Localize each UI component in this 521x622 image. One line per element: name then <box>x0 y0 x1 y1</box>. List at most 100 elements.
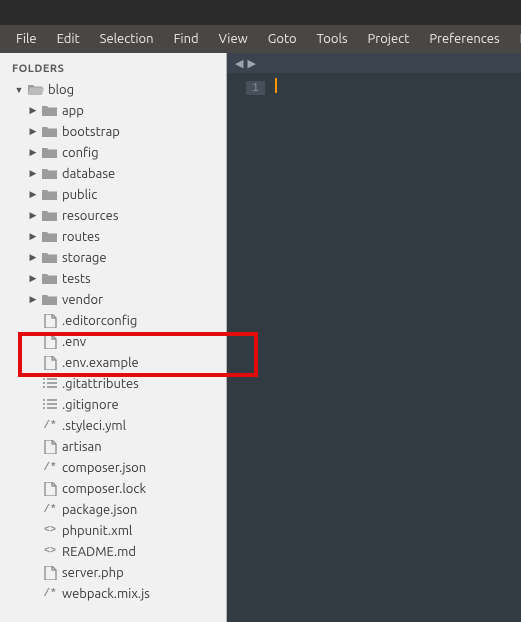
tree-label: resources <box>62 209 119 223</box>
tree-label: bootstrap <box>62 125 120 139</box>
tree-file[interactable]: .env.example <box>0 352 226 373</box>
list-icon <box>42 377 58 391</box>
tree-file[interactable]: .editorconfig <box>0 310 226 331</box>
tree-folder[interactable]: ▶ resources <box>0 205 226 226</box>
code-tag-icon: <> <box>42 524 58 538</box>
folder-tree: ▼ blog ▶ app ▶ bootstrap ▶ config ▶ database ▶pu… <box>0 79 226 622</box>
code-comment-icon: /* <box>42 419 58 433</box>
tree-label: webpack.mix.js <box>62 587 150 601</box>
folder-icon <box>42 104 58 118</box>
sidebar: FOLDERS ▼ blog ▶ app ▶ bootstrap ▶ config ▶ dat… <box>0 53 227 622</box>
chevron-right-icon: ▶ <box>28 273 38 284</box>
folder-icon <box>42 146 58 160</box>
tree-folder[interactable]: ▶ tests <box>0 268 226 289</box>
file-icon <box>42 335 58 349</box>
menu-file[interactable]: File <box>6 28 47 50</box>
file-icon <box>42 440 58 454</box>
tree-folder[interactable]: ▶ config <box>0 142 226 163</box>
tree-label: config <box>62 146 99 160</box>
tree-label: tests <box>62 272 91 286</box>
code-comment-icon: /* <box>42 503 58 517</box>
tree-label: .editorconfig <box>62 314 137 328</box>
folder-icon <box>42 230 58 244</box>
tree-folder[interactable]: ▶public <box>0 184 226 205</box>
folder-icon <box>42 167 58 181</box>
window-titlebar <box>0 0 521 25</box>
tab-navigation: ◀ ▶ <box>227 53 521 73</box>
tree-label: blog <box>48 83 74 97</box>
tree-label: storage <box>62 251 107 265</box>
tree-label: .styleci.yml <box>62 419 126 433</box>
file-icon <box>42 356 58 370</box>
menu-find[interactable]: Find <box>164 28 209 50</box>
tree-folder[interactable]: ▶ app <box>0 100 226 121</box>
tree-root-blog[interactable]: ▼ blog <box>0 79 226 100</box>
chevron-right-icon: ▶ <box>28 126 38 137</box>
tree-label: composer.lock <box>62 482 146 496</box>
tree-folder[interactable]: ▶ bootstrap <box>0 121 226 142</box>
chevron-right-icon: ▶ <box>28 252 38 263</box>
tree-label: app <box>62 104 84 118</box>
folder-open-icon <box>28 83 44 97</box>
tree-file[interactable]: artisan <box>0 436 226 457</box>
menu-tools[interactable]: Tools <box>307 28 358 50</box>
sidebar-header: FOLDERS <box>0 53 226 79</box>
menu-project[interactable]: Project <box>358 28 420 50</box>
chevron-right-icon: ▶ <box>28 189 38 200</box>
tree-label: .env <box>62 335 86 349</box>
menu-edit[interactable]: Edit <box>47 28 90 50</box>
tree-folder[interactable]: ▶ storage <box>0 247 226 268</box>
tree-label: phpunit.xml <box>62 524 132 538</box>
file-icon <box>42 566 58 580</box>
file-icon <box>42 314 58 328</box>
code-comment-icon: /* <box>42 587 58 601</box>
tab-next-icon[interactable]: ▶ <box>247 57 255 70</box>
tree-folder[interactable]: ▶ database <box>0 163 226 184</box>
chevron-down-icon: ▼ <box>14 85 24 95</box>
tree-label: database <box>62 167 115 181</box>
folder-icon <box>42 251 58 265</box>
tree-file[interactable]: /*composer.json <box>0 457 226 478</box>
tree-folder[interactable]: ▶ routes <box>0 226 226 247</box>
tree-label: server.php <box>62 566 124 580</box>
tree-label: composer.json <box>62 461 146 475</box>
chevron-right-icon: ▶ <box>28 168 38 179</box>
chevron-right-icon: ▶ <box>28 105 38 116</box>
tree-file[interactable]: /* .styleci.yml <box>0 415 226 436</box>
tree-label: artisan <box>62 440 102 454</box>
folder-icon <box>42 188 58 202</box>
list-icon <box>42 398 58 412</box>
code-tag-icon: <> <box>42 545 58 559</box>
tree-file[interactable]: composer.lock <box>0 478 226 499</box>
tree-label: routes <box>62 230 100 244</box>
gutter-line-number: 1 <box>246 81 265 95</box>
chevron-right-icon: ▶ <box>28 231 38 242</box>
main-area: FOLDERS ▼ blog ▶ app ▶ bootstrap ▶ config ▶ dat… <box>0 53 521 622</box>
tree-file[interactable]: .gitattributes <box>0 373 226 394</box>
tree-file[interactable]: /* webpack.mix.js <box>0 583 226 604</box>
folder-icon <box>42 272 58 286</box>
tree-file[interactable]: /* package.json <box>0 499 226 520</box>
code-area[interactable] <box>271 73 521 622</box>
tree-label: package.json <box>62 503 137 517</box>
tree-file[interactable]: <> README.md <box>0 541 226 562</box>
tree-folder[interactable]: ▶vendor <box>0 289 226 310</box>
chevron-right-icon: ▶ <box>28 210 38 221</box>
tree-file[interactable]: .gitignore <box>0 394 226 415</box>
tree-file[interactable]: server.php <box>0 562 226 583</box>
tree-file[interactable]: <> phpunit.xml <box>0 520 226 541</box>
menu-help[interactable]: Help <box>510 28 521 50</box>
menu-preferences[interactable]: Preferences <box>419 28 509 50</box>
menu-view[interactable]: View <box>209 28 258 50</box>
tree-label: vendor <box>62 293 103 307</box>
editor-body[interactable]: 1 <box>227 73 521 622</box>
folder-icon <box>42 125 58 139</box>
file-icon <box>42 482 58 496</box>
tree-file[interactable]: .env <box>0 331 226 352</box>
chevron-right-icon: ▶ <box>28 147 38 158</box>
tab-prev-icon[interactable]: ◀ <box>235 57 243 70</box>
menu-goto[interactable]: Goto <box>258 28 307 50</box>
menu-selection[interactable]: Selection <box>90 28 164 50</box>
tree-label: README.md <box>62 545 136 559</box>
text-cursor <box>275 78 277 93</box>
